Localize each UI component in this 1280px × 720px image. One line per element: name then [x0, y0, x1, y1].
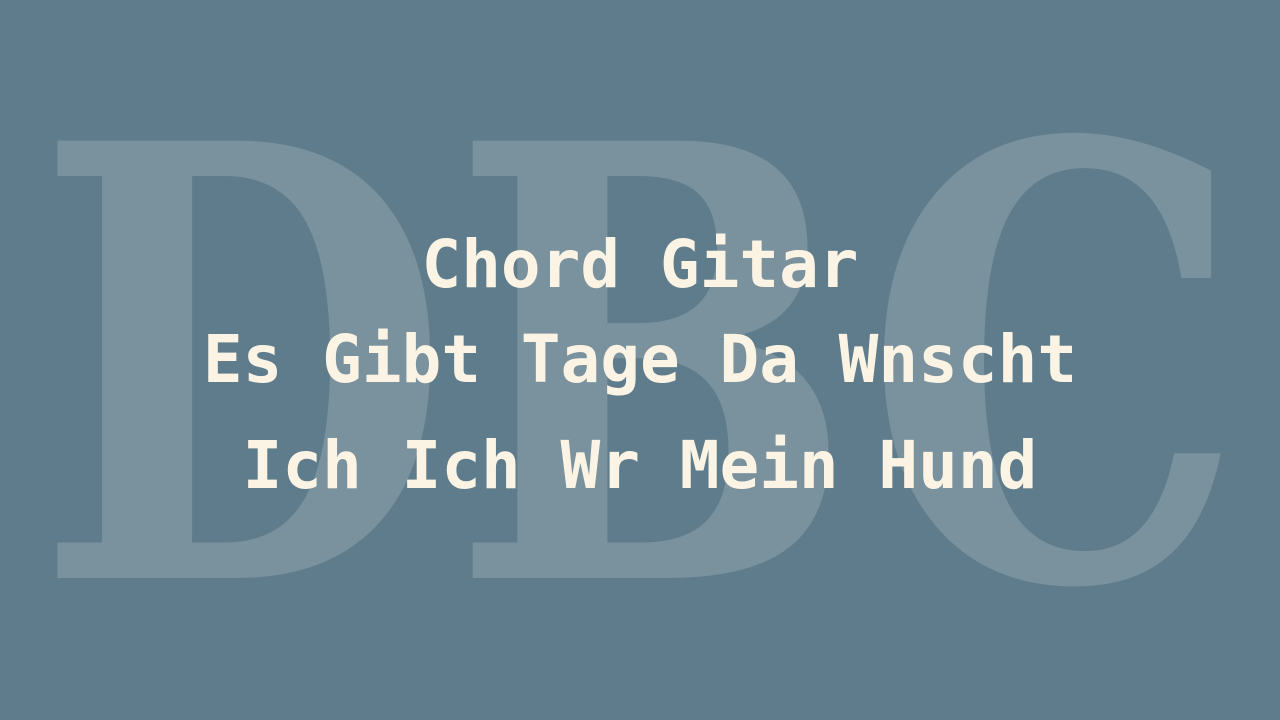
- title-line-2: Es Gibt Tage Da Wnscht: [202, 321, 1078, 398]
- title-line-3: Ich Ich Wr Mein Hund: [242, 427, 1038, 504]
- title-block: Chord Gitar Es Gibt Tage Da Wnscht Ich I…: [0, 0, 1280, 720]
- title-line-1: Chord Gitar: [421, 226, 859, 303]
